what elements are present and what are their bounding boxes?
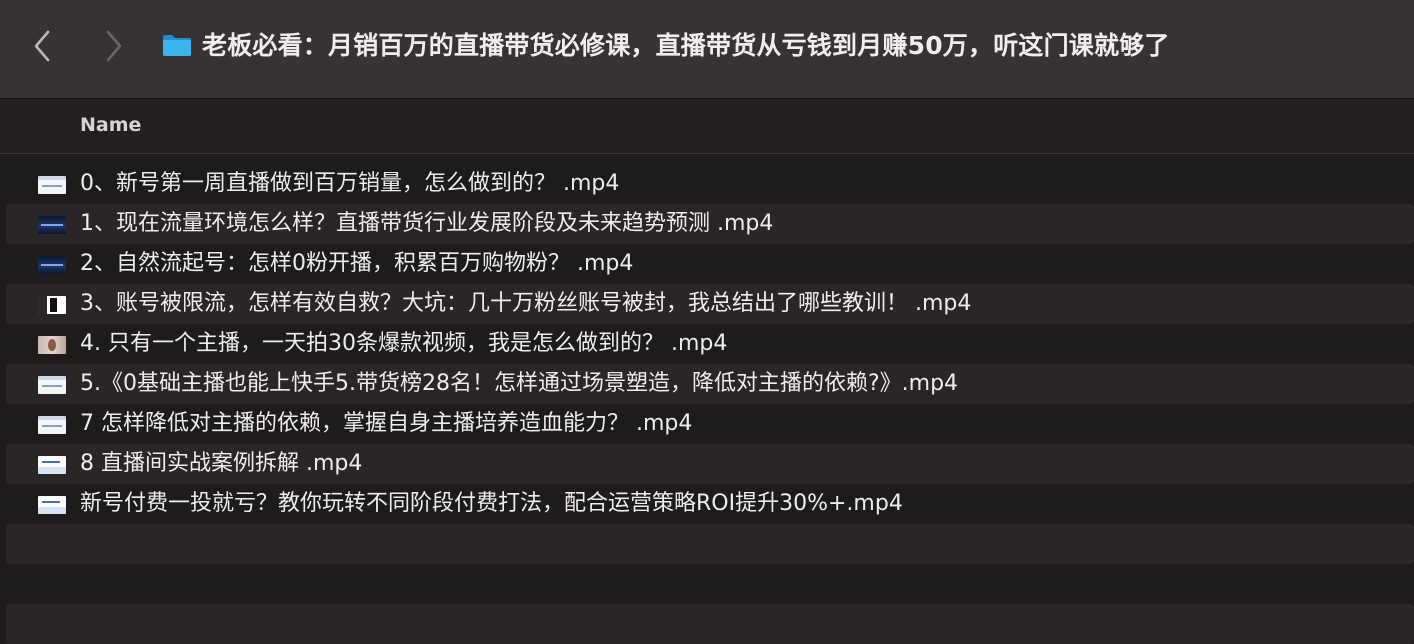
video-thumbnail-icon xyxy=(38,336,66,354)
file-row[interactable]: 5.《0基础主播也能上快手5.带货榜28名！怎样通过场景塑造，降低对主播的依赖?… xyxy=(6,364,1414,404)
video-thumbnail-icon xyxy=(38,496,66,514)
video-thumbnail-icon xyxy=(38,456,66,474)
file-row[interactable]: 1、现在流量环境怎么样？直播带货行业发展阶段及未来趋势预测 .mp4 xyxy=(6,204,1414,244)
finder-window: 老板必看：月销百万的直播带货必修课，直播带货从亏钱到月赚50万，听这门课就够了 … xyxy=(0,0,1414,644)
toolbar: 老板必看：月销百万的直播带货必修课，直播带货从亏钱到月赚50万，听这门课就够了 xyxy=(0,0,1414,99)
video-thumbnail-icon xyxy=(38,376,66,394)
file-name: 3、账号被限流，怎样有效自救？大坑：几十万粉丝账号被封，我总结出了哪些教训！ .… xyxy=(80,291,972,316)
forward-button[interactable] xyxy=(96,26,132,66)
file-name: 1、现在流量环境怎么样？直播带货行业发展阶段及未来趋势预测 .mp4 xyxy=(80,211,774,236)
file-name: 8 直播间实战案例拆解 .mp4 xyxy=(80,451,363,476)
empty-row xyxy=(6,564,1414,604)
file-row[interactable]: 7 怎样降低对主播的依赖，掌握自身主播培养造血能力？ .mp4 xyxy=(6,404,1414,444)
file-name: 4. 只有一个主播，一天拍30条爆款视频，我是怎么做到的？ .mp4 xyxy=(80,331,728,356)
file-row[interactable]: 0、新号第一周直播做到百万销量，怎么做到的？ .mp4 xyxy=(6,164,1414,204)
file-name: 2、自然流起号：怎样0粉开播，积累百万购物粉？ .mp4 xyxy=(80,251,634,276)
video-thumbnail-icon xyxy=(38,176,66,194)
file-name: 5.《0基础主播也能上快手5.带货榜28名！怎样通过场景塑造，降低对主播的依赖?… xyxy=(80,371,959,396)
empty-row xyxy=(6,524,1414,564)
empty-row xyxy=(6,604,1414,644)
file-row[interactable]: 2、自然流起号：怎样0粉开播，积累百万购物粉？ .mp4 xyxy=(6,244,1414,284)
file-row[interactable]: 新号付费一投就亏？教你玩转不同阶段付费打法，配合运营策略ROI提升30%+.mp… xyxy=(6,484,1414,524)
file-row[interactable]: 8 直播间实战案例拆解 .mp4 xyxy=(6,444,1414,484)
back-button[interactable] xyxy=(24,26,60,66)
file-list: 0、新号第一周直播做到百万销量，怎么做到的？ .mp4 1、现在流量环境怎么样？… xyxy=(0,154,1414,644)
column-name-header[interactable]: Name xyxy=(80,99,141,153)
video-thumbnail-icon xyxy=(38,216,66,234)
column-header: Name xyxy=(0,99,1414,154)
chevron-right-icon xyxy=(104,29,124,63)
file-name: 0、新号第一周直播做到百万销量，怎么做到的？ .mp4 xyxy=(80,171,620,196)
file-name: 7 怎样降低对主播的依赖，掌握自身主播培养造血能力？ .mp4 xyxy=(80,411,693,436)
video-thumbnail-icon xyxy=(38,256,66,274)
video-thumbnail-icon xyxy=(38,416,66,434)
video-thumbnail-icon xyxy=(38,296,66,314)
file-name: 新号付费一投就亏？教你玩转不同阶段付费打法，配合运营策略ROI提升30%+.mp… xyxy=(80,491,903,516)
window-title: 老板必看：月销百万的直播带货必修课，直播带货从亏钱到月赚50万，听这门课就够了 xyxy=(202,31,1170,60)
file-row[interactable]: 4. 只有一个主播，一天拍30条爆款视频，我是怎么做到的？ .mp4 xyxy=(6,324,1414,364)
folder-icon xyxy=(162,33,192,57)
chevron-left-icon xyxy=(32,29,52,63)
file-row[interactable]: 3、账号被限流，怎样有效自救？大坑：几十万粉丝账号被封，我总结出了哪些教训！ .… xyxy=(6,284,1414,324)
